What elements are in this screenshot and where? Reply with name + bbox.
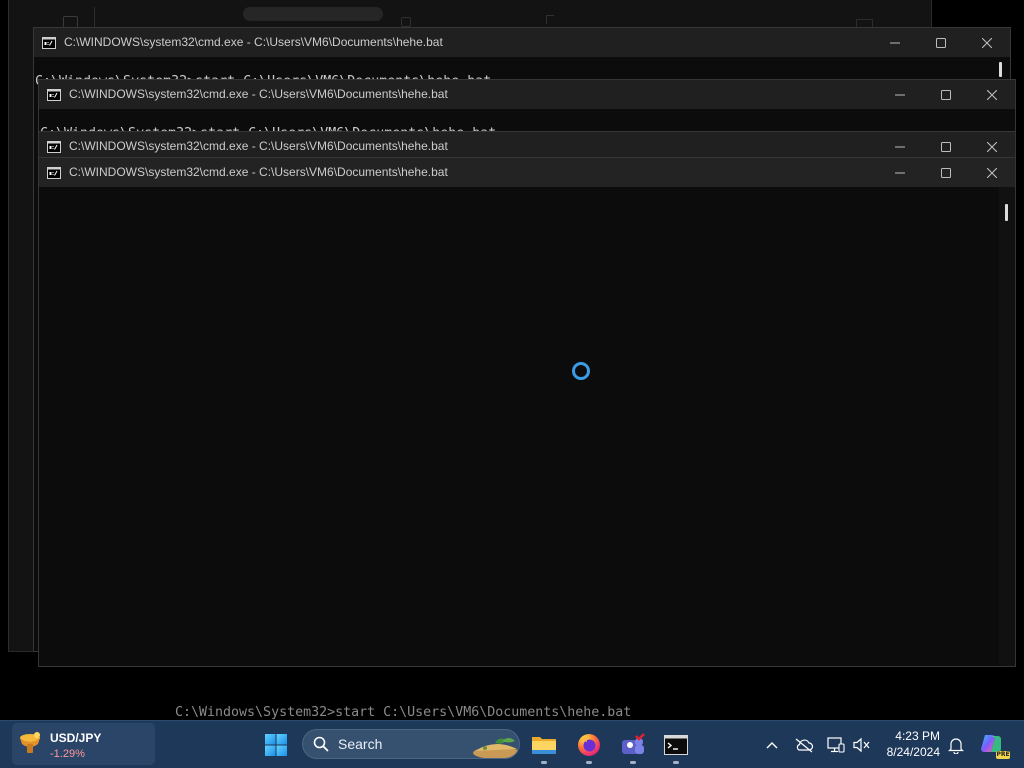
cmd-icon	[47, 140, 61, 153]
maximize-button[interactable]	[923, 80, 969, 109]
cmd-taskbar-button[interactable]	[662, 731, 690, 759]
title-bar[interactable]: C:\WINDOWS\system32\cmd.exe - C:\Users\V…	[39, 80, 1015, 109]
title-bar[interactable]: C:\WINDOWS\system32\cmd.exe - C:\Users\V…	[39, 158, 1015, 187]
maximize-icon	[941, 167, 951, 178]
onedrive-offline-icon	[795, 738, 814, 753]
chevron-up-icon	[766, 742, 778, 749]
chat-app-button[interactable]	[619, 731, 647, 759]
scrollbar-thumb[interactable]	[999, 62, 1002, 77]
volume-muted-icon	[853, 737, 870, 753]
search-label: Search	[338, 736, 383, 752]
file-explorer-button[interactable]	[530, 731, 558, 759]
chat-app-icon	[622, 733, 645, 754]
clock-date: 8/24/2024	[886, 745, 940, 759]
search-box[interactable]: Search	[302, 729, 520, 759]
firefox-icon	[578, 734, 600, 756]
background-window-tab[interactable]	[243, 7, 383, 21]
minimize-button[interactable]	[877, 80, 923, 109]
maximize-button[interactable]	[918, 28, 964, 57]
minimize-button[interactable]	[877, 158, 923, 187]
currency-pair-label: USD/JPY	[50, 731, 102, 745]
currency-widget[interactable]: USD/JPY -1.29%	[12, 723, 155, 765]
minimize-button[interactable]	[872, 28, 918, 57]
cmd-icon	[47, 166, 61, 179]
search-icon	[313, 736, 329, 757]
preview-badge: PRE	[996, 751, 1010, 759]
background-window-divider	[94, 7, 95, 27]
window-title: C:\WINDOWS\system32\cmd.exe - C:\Users\V…	[69, 87, 448, 101]
console-command-line: C:\Windows\System32>start C:\Users\VM6\D…	[175, 705, 632, 720]
running-indicator	[630, 761, 636, 764]
search-highlight-illustration	[467, 732, 519, 758]
volume-button[interactable]	[852, 735, 872, 755]
background-window-toolbar-icon[interactable]	[546, 15, 554, 24]
running-indicator	[586, 761, 592, 764]
scrollbar-thumb[interactable]	[1005, 204, 1008, 221]
close-button[interactable]	[969, 158, 1015, 187]
running-indicator	[673, 761, 679, 764]
close-button[interactable]	[969, 80, 1015, 109]
cmd-icon	[664, 735, 688, 755]
currency-widget-icon	[18, 730, 44, 761]
maximize-icon	[941, 89, 951, 100]
network-button[interactable]	[826, 735, 846, 755]
minimize-icon	[895, 94, 905, 95]
show-hidden-icons-button[interactable]	[764, 737, 780, 753]
cmd-icon	[42, 36, 56, 49]
window-title: C:\WINDOWS\system32\cmd.exe - C:\Users\V…	[69, 165, 448, 179]
maximize-icon	[936, 37, 946, 48]
background-window-toolbar-icon[interactable]	[401, 17, 411, 27]
clock-time: 4:23 PM	[895, 729, 940, 743]
close-icon	[987, 89, 997, 100]
cmd-icon	[47, 88, 61, 101]
maximize-button[interactable]	[923, 158, 969, 187]
file-explorer-icon	[532, 737, 556, 754]
minimize-icon	[895, 146, 905, 147]
close-icon	[987, 167, 997, 178]
close-icon	[987, 141, 997, 152]
minimize-icon	[895, 172, 905, 173]
start-button[interactable]	[263, 732, 289, 758]
close-button[interactable]	[964, 28, 1010, 57]
scrollbar-track[interactable]	[999, 187, 1015, 666]
currency-change-value: -1.29%	[50, 748, 85, 760]
running-indicator	[541, 761, 547, 764]
onedrive-status-button[interactable]	[794, 735, 814, 755]
loading-spinner-icon	[572, 362, 590, 380]
notifications-button[interactable]	[946, 735, 966, 755]
bell-icon	[948, 738, 964, 754]
window-title: C:\WINDOWS\system32\cmd.exe - C:\Users\V…	[64, 35, 443, 49]
firefox-button[interactable]	[575, 731, 603, 759]
windows-start-icon	[265, 734, 287, 756]
cmd-window[interactable]: C:\WINDOWS\system32\cmd.exe - C:\Users\V…	[38, 157, 1016, 667]
maximize-icon	[941, 141, 951, 152]
taskbar: USD/JPY -1.29% Search 4:23 PM 8/24/2024 …	[0, 720, 1024, 768]
close-icon	[982, 37, 992, 48]
network-icon	[827, 737, 845, 753]
minimize-icon	[890, 42, 900, 43]
title-bar[interactable]: C:\WINDOWS\system32\cmd.exe - C:\Users\V…	[34, 28, 1010, 57]
